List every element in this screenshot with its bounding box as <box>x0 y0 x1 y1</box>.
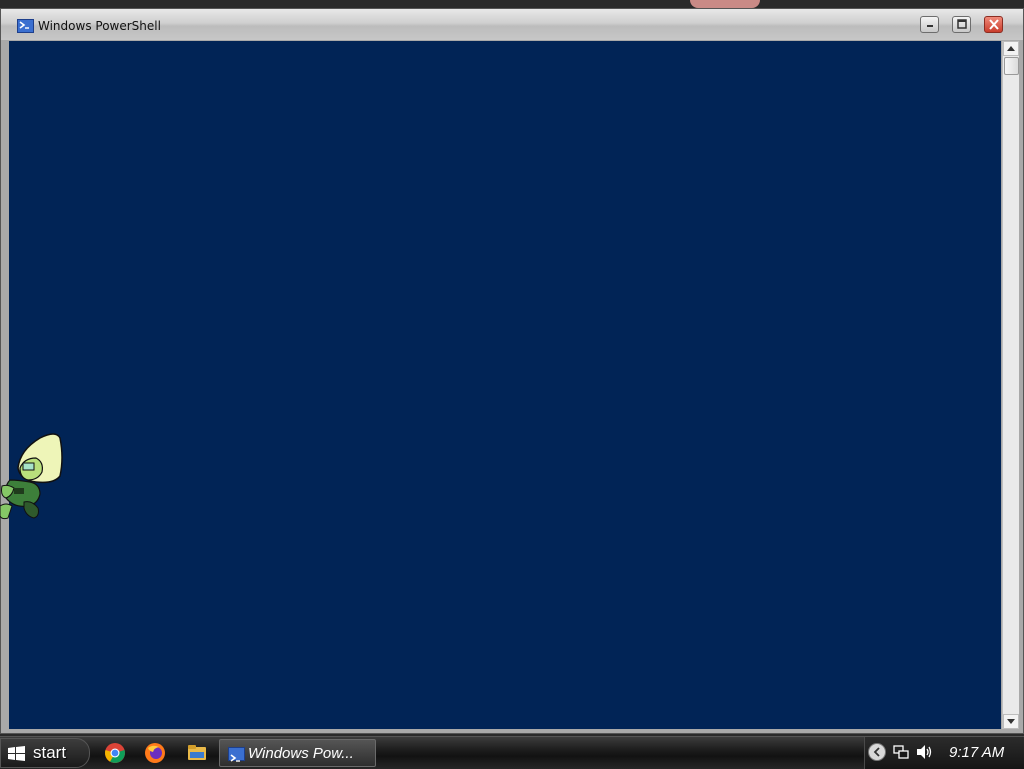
title-bar[interactable]: Windows PowerShell <box>1 9 1023 40</box>
windows-logo-icon <box>8 746 25 761</box>
scroll-down-button[interactable] <box>1003 714 1019 729</box>
taskbar-button-label: Windows Pow... <box>248 745 354 762</box>
firefox-icon[interactable] <box>144 742 166 764</box>
taskbar-powershell-button[interactable]: Windows Pow... <box>219 739 376 767</box>
network-icon[interactable] <box>893 745 909 760</box>
close-button[interactable] <box>984 16 1003 33</box>
chrome-icon[interactable] <box>104 742 126 764</box>
chevron-left-icon <box>873 747 880 757</box>
taskbar: start Windows Pow... 9:17 AM <box>0 736 1024 769</box>
desktop-background-peek <box>690 0 760 8</box>
powershell-window[interactable]: Windows PowerShell <box>0 8 1024 734</box>
minimize-button[interactable] <box>920 16 939 33</box>
scroll-thumb[interactable] <box>1004 57 1019 75</box>
system-tray: 9:17 AM <box>864 737 1024 769</box>
vertical-scrollbar[interactable] <box>1002 41 1019 729</box>
minimize-icon <box>927 25 933 27</box>
volume-icon[interactable] <box>916 744 934 760</box>
desktop-pet-character[interactable] <box>0 428 66 524</box>
clock[interactable]: 9:17 AM <box>949 744 1004 761</box>
window-title: Windows PowerShell <box>38 19 161 33</box>
start-label: start <box>33 743 67 762</box>
file-explorer-icon[interactable] <box>186 742 208 764</box>
powershell-icon <box>17 19 34 33</box>
arrow-down-icon <box>1007 719 1015 724</box>
close-icon <box>989 19 999 30</box>
scroll-up-button[interactable] <box>1003 41 1019 56</box>
arrow-up-icon <box>1007 46 1015 51</box>
console-area[interactable] <box>9 41 1001 729</box>
powershell-icon <box>228 747 245 762</box>
show-hidden-icons-button[interactable] <box>868 743 886 761</box>
maximize-icon <box>957 19 967 29</box>
maximize-button[interactable] <box>952 16 971 33</box>
start-button[interactable]: start <box>0 738 90 768</box>
